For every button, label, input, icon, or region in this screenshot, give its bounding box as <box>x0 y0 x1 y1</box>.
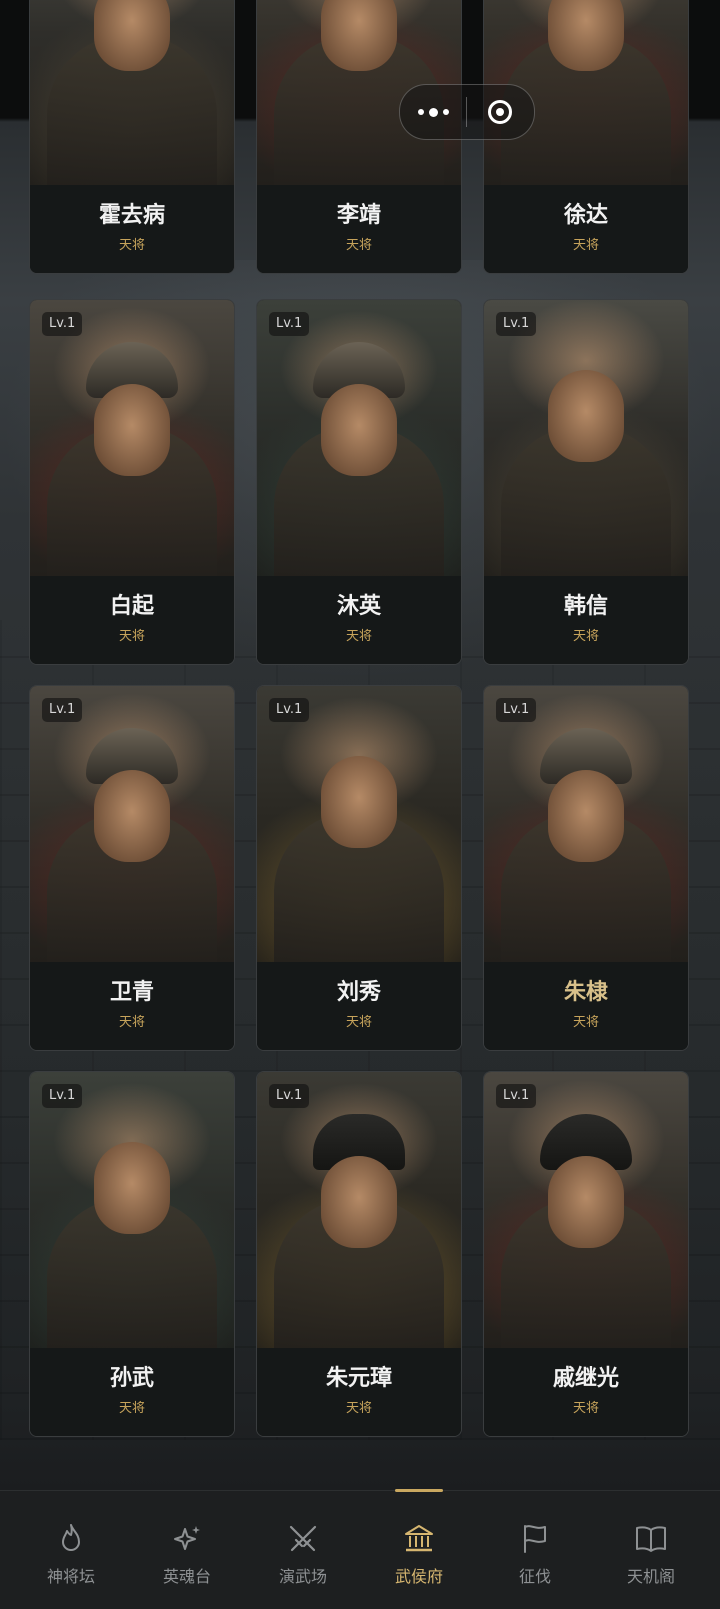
general-rank: 天将 <box>572 238 599 253</box>
level-badge: Lv.1 <box>42 312 83 336</box>
general-rank: 天将 <box>118 1401 145 1416</box>
book-icon <box>636 1526 666 1552</box>
tab-label: 英魂台 <box>162 1567 211 1586</box>
general-rank: 天将 <box>572 1015 599 1030</box>
general-name: 戚继光 <box>552 1366 619 1391</box>
tab-label: 征伐 <box>518 1567 551 1586</box>
general-name: 李靖 <box>336 203 381 228</box>
general-card-weiqing[interactable]: Lv.1 卫青 天将 <box>29 685 235 1051</box>
general-rank: 天将 <box>118 1015 145 1030</box>
general-name: 朱棣 <box>563 980 608 1005</box>
general-portrait <box>484 300 688 576</box>
flame-icon <box>62 1524 80 1551</box>
general-name: 霍去病 <box>98 203 165 228</box>
general-card-huoqubing[interactable]: 霍去病 天将 <box>29 0 235 274</box>
general-portrait <box>30 1072 234 1348</box>
general-portrait <box>484 1072 688 1348</box>
tab-shenjiangtan[interactable]: 神将坛 <box>13 1491 129 1609</box>
level-badge: Lv.1 <box>496 1084 537 1108</box>
level-badge: Lv.1 <box>269 312 310 336</box>
general-portrait <box>30 300 234 576</box>
general-name: 白起 <box>109 594 154 619</box>
temple-icon <box>405 1525 433 1552</box>
general-name: 卫青 <box>109 980 154 1005</box>
general-name: 徐达 <box>563 203 608 228</box>
crossed-swords-icon <box>289 1525 317 1552</box>
general-rank: 天将 <box>345 238 372 253</box>
bottom-tab-bar: 神将坛 英魂台 演武场 武侯府 征伐 天机阁 <box>0 1489 720 1609</box>
general-rank: 天将 <box>572 1401 599 1416</box>
general-card-zhudi[interactable]: Lv.1 朱棣 天将 <box>483 685 689 1051</box>
tab-label: 武侯府 <box>394 1567 443 1586</box>
tab-label: 天机阁 <box>626 1567 675 1586</box>
general-portrait <box>257 1072 461 1348</box>
tab-label: 演武场 <box>278 1567 327 1586</box>
general-rank: 天将 <box>118 629 145 644</box>
general-rank: 天将 <box>345 1015 372 1030</box>
general-rank: 天将 <box>345 629 372 644</box>
general-card-muying[interactable]: Lv.1 沐英 天将 <box>256 299 462 665</box>
level-badge: Lv.1 <box>269 698 310 722</box>
general-portrait <box>484 686 688 962</box>
general-rank: 天将 <box>118 238 145 253</box>
general-name: 沐英 <box>336 594 381 619</box>
general-portrait <box>257 686 461 962</box>
active-tab-indicator <box>395 1489 443 1492</box>
general-rank: 天将 <box>345 1401 372 1416</box>
general-grid: 霍去病 天将 李靖 天将 徐达 天将 Lv.1 白起 天将 Lv.1 沐英 天将… <box>0 0 720 1440</box>
sparkle-icon <box>174 1526 200 1550</box>
level-badge: Lv.1 <box>496 312 537 336</box>
level-badge: Lv.1 <box>496 698 537 722</box>
tab-wuhoufu[interactable]: 武侯府 <box>361 1489 477 1609</box>
level-badge: Lv.1 <box>42 698 83 722</box>
general-name: 朱元璋 <box>325 1366 392 1391</box>
miniprogram-capsule <box>399 84 535 140</box>
general-name: 孙武 <box>109 1366 154 1391</box>
general-card-baiqi[interactable]: Lv.1 白起 天将 <box>29 299 235 665</box>
general-card-liuxiu[interactable]: Lv.1 刘秀 天将 <box>256 685 462 1051</box>
general-rank: 天将 <box>572 629 599 644</box>
tab-label: 神将坛 <box>46 1567 95 1586</box>
target-circle-icon[interactable] <box>467 100 533 124</box>
tab-zhengfa[interactable]: 征伐 <box>477 1491 593 1609</box>
tab-tianjige[interactable]: 天机阁 <box>593 1491 709 1609</box>
general-card-hanxin[interactable]: Lv.1 韩信 天将 <box>483 299 689 665</box>
general-portrait <box>257 300 461 576</box>
general-card-zhuyuanzhang[interactable]: Lv.1 朱元璋 天将 <box>256 1071 462 1437</box>
tab-yinghuntai[interactable]: 英魂台 <box>129 1491 245 1609</box>
general-portrait <box>30 0 234 185</box>
tab-yanwuchang[interactable]: 演武场 <box>245 1491 361 1609</box>
level-badge: Lv.1 <box>42 1084 83 1108</box>
general-card-qijiguang[interactable]: Lv.1 戚继光 天将 <box>483 1071 689 1437</box>
more-dots-icon[interactable] <box>400 107 466 117</box>
general-card-sunwu[interactable]: Lv.1 孙武 天将 <box>29 1071 235 1437</box>
level-badge: Lv.1 <box>269 1084 310 1108</box>
flag-icon <box>524 1525 546 1553</box>
general-name: 韩信 <box>563 594 608 619</box>
general-portrait <box>30 686 234 962</box>
general-name: 刘秀 <box>336 980 381 1005</box>
